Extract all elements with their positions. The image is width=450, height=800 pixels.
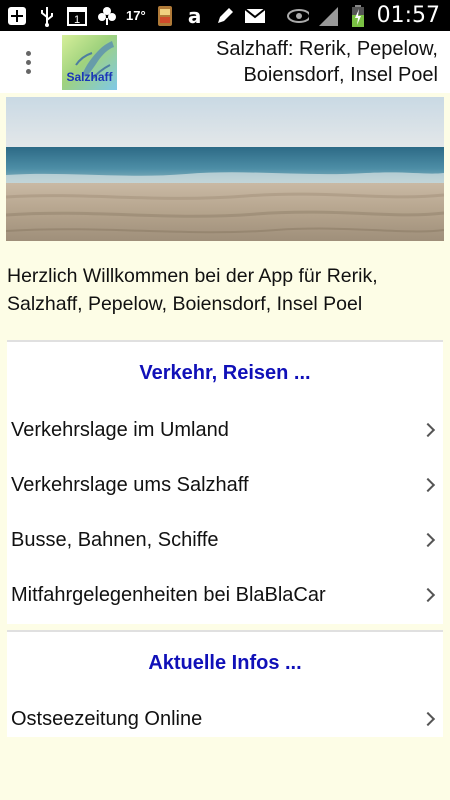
list-item[interactable]: Mitfahrgelegenheiten bei BlaBlaCar: [11, 584, 439, 614]
list-item-label: Mitfahrgelegenheiten bei BlaBlaCar: [11, 584, 326, 606]
chevron-right-icon: [420, 477, 436, 493]
app-logo: Salzhaff: [62, 35, 117, 90]
pencil-icon: [214, 5, 236, 27]
list-item[interactable]: Ostseezeitung Online: [11, 708, 439, 738]
status-bar: 1 17° a 01:57: [0, 0, 450, 31]
list-item[interactable]: Busse, Bahnen, Schiffe: [11, 529, 439, 559]
mail-icon: [244, 5, 266, 27]
logo-text: Salzhaff: [66, 70, 113, 84]
eye-icon: [286, 5, 309, 27]
welcome-text: Herzlich Willkommen bei der App für Reri…: [7, 265, 378, 315]
chevron-right-icon: [420, 711, 436, 727]
temperature-text: 17°: [126, 8, 146, 23]
status-icons-right: 01:57: [286, 3, 440, 28]
section-title: Aktuelle Infos ...: [148, 652, 302, 674]
beach-photo: [6, 97, 444, 241]
section-card-verkehr: Verkehr, Reisen ... Verkehrslage im Umla…: [7, 340, 443, 624]
signal-icon: [317, 5, 339, 27]
amazon-icon: a: [184, 3, 206, 28]
chevron-right-icon: [420, 587, 436, 603]
chevron-right-icon: [420, 422, 436, 438]
list-item[interactable]: Verkehrslage im Umland: [11, 419, 439, 449]
list-item-label: Verkehrslage ums Salzhaff: [11, 474, 249, 496]
list-item-label: Ostseezeitung Online: [11, 708, 203, 730]
amazon-glyph: a: [187, 3, 202, 28]
section-title: Verkehr, Reisen ...: [139, 362, 311, 384]
status-icons-left: 1 17° a: [6, 3, 266, 28]
weather-icon: [96, 5, 118, 27]
chevron-right-icon: [420, 532, 436, 548]
app-title: Salzhaff: Rerik, Pepelow, Boiensdorf, In…: [216, 38, 438, 86]
calendar-day: 1: [74, 14, 80, 26]
list-item-label: Busse, Bahnen, Schiffe: [11, 529, 219, 551]
clock: 01:57: [376, 3, 440, 28]
calendar-icon: 1: [66, 5, 88, 27]
list-item[interactable]: Verkehrslage ums Salzhaff: [11, 474, 439, 504]
action-bar: Salzhaff Salzhaff: Rerik, Pepelow, Boien…: [0, 31, 450, 93]
fridge-icon: [154, 5, 176, 27]
battery-icon: [347, 4, 369, 27]
usb-icon: [36, 5, 58, 27]
list-item-label: Verkehrslage im Umland: [11, 419, 229, 441]
overflow-menu-icon[interactable]: [20, 45, 36, 79]
add-icon: [6, 5, 28, 27]
section-card-infos: Aktuelle Infos ... Ostseezeitung Online: [7, 630, 443, 737]
